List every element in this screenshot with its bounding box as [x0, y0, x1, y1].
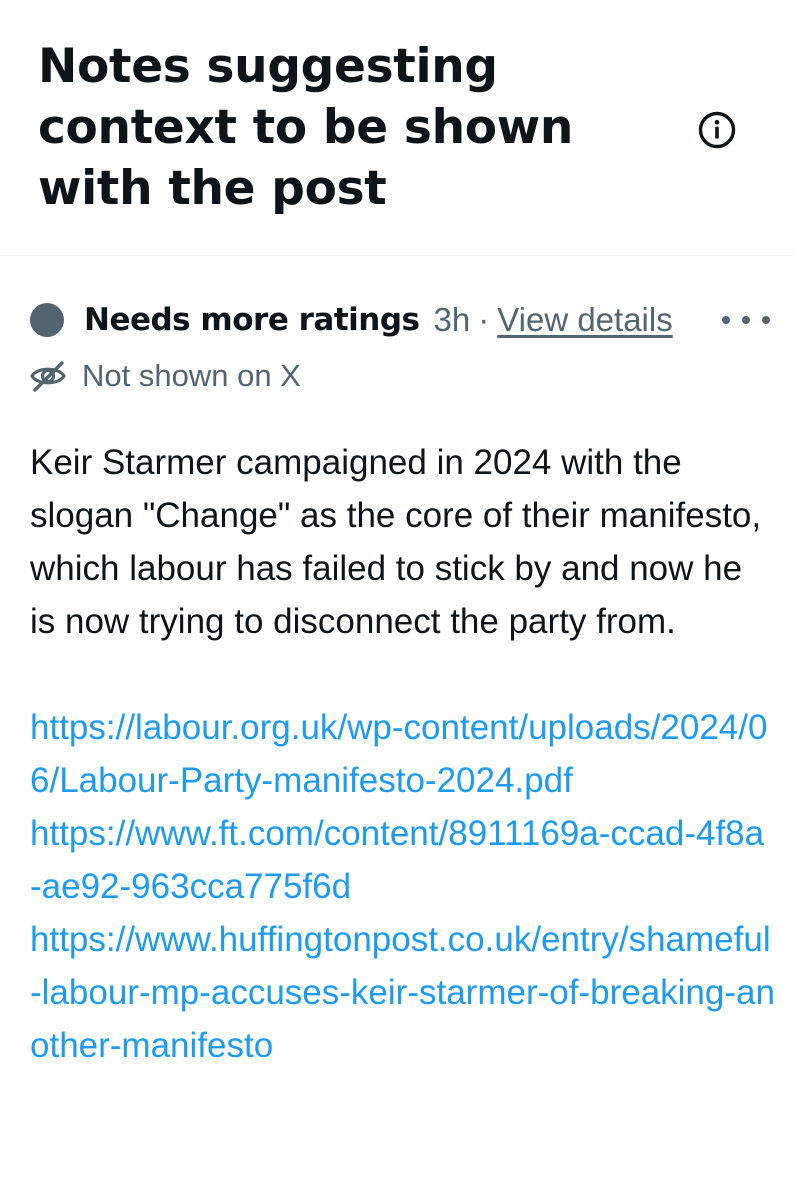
view-details-link[interactable]: View details	[497, 301, 673, 339]
note-meta-line: Needs more ratings 3h · View details	[84, 294, 673, 346]
eye-off-icon	[30, 361, 66, 392]
meta-separator: ·	[478, 301, 490, 338]
notes-header: Notes suggesting context to be shown wit…	[0, 0, 795, 256]
note-meta-row: Needs more ratings 3h · View details	[30, 294, 770, 346]
note-timestamp: 3h	[433, 301, 471, 338]
more-dot	[742, 316, 750, 324]
status-label: Needs more ratings	[84, 302, 420, 338]
info-circle-icon	[698, 111, 736, 149]
note-body: Keir Starmer campaigned in 2024 with the…	[30, 436, 775, 1072]
source-link[interactable]: https://labour.org.uk/wp-content/uploads…	[30, 701, 775, 807]
status-dot	[30, 303, 64, 337]
visibility-status: Not shown on X	[28, 352, 301, 400]
source-link[interactable]: https://www.ft.com/content/8911169a-ccad…	[30, 807, 775, 913]
more-dot	[762, 316, 770, 324]
page-title: Notes suggesting context to be shown wit…	[38, 39, 574, 216]
more-dot	[722, 316, 730, 324]
source-link[interactable]: https://www.huffingtonpost.co.uk/entry/s…	[30, 913, 775, 1072]
info-button[interactable]	[696, 109, 738, 151]
note-text: Keir Starmer campaigned in 2024 with the…	[30, 443, 762, 641]
more-options-button[interactable]	[722, 306, 770, 334]
visibility-text: Not shown on X	[82, 358, 301, 393]
community-notes-page: Notes suggesting context to be shown wit…	[0, 0, 795, 1200]
